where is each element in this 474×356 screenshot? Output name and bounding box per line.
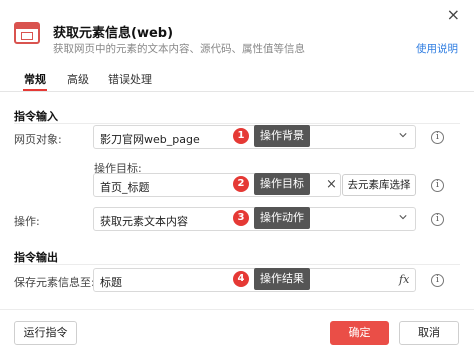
webpage-value: 影刀官网web_page <box>100 133 200 146</box>
help-link[interactable]: 使用说明 <box>416 41 458 56</box>
webpage-label: 网页对象: <box>14 133 62 146</box>
divider <box>14 264 460 265</box>
annotation-badge-1: 1 <box>233 128 249 144</box>
dialog-title: 获取元素信息(web) <box>53 26 174 41</box>
operation-label: 操作: <box>14 215 40 228</box>
annotation-label-2: 操作目标 <box>254 173 310 195</box>
annotation-badge-3: 3 <box>233 210 249 226</box>
dialog: 获取元素信息(web) 获取网页中的元素的文本内容、源代码、属性值等信息 使用说… <box>0 0 474 356</box>
element-library-button[interactable]: 去元素库选择 <box>342 174 416 196</box>
target-value: 首页_标题 <box>100 181 150 194</box>
divider <box>14 123 460 124</box>
save-value: 标题 <box>100 276 122 289</box>
operation-value: 获取元素文本内容 <box>100 215 188 228</box>
chevron-down-icon <box>399 215 407 220</box>
close-icon[interactable]: × <box>447 5 460 24</box>
browser-window-icon <box>14 22 40 44</box>
active-tab-indicator <box>23 89 47 91</box>
tab-advanced[interactable]: 高级 <box>67 71 89 87</box>
cancel-button[interactable]: 取消 <box>399 321 459 345</box>
input-section-title: 指令输入 <box>14 110 58 123</box>
tab-bar: 常规 高级 错误处理 <box>0 66 474 92</box>
info-icon[interactable]: i <box>431 274 444 287</box>
save-label: 保存元素信息至: <box>14 276 95 289</box>
fx-icon[interactable]: fx <box>399 273 409 286</box>
annotation-label-4: 操作结果 <box>254 268 310 290</box>
tab-general[interactable]: 常规 <box>24 71 46 87</box>
clear-icon[interactable]: × <box>326 177 338 192</box>
tab-error-handling[interactable]: 错误处理 <box>108 71 152 87</box>
info-icon[interactable]: i <box>431 179 444 192</box>
annotation-badge-2: 2 <box>233 176 249 192</box>
annotation-label-1: 操作背景 <box>254 125 310 147</box>
footer-divider <box>0 309 474 310</box>
info-icon[interactable]: i <box>431 213 444 226</box>
output-section-title: 指令输出 <box>14 251 58 264</box>
annotation-badge-4: 4 <box>233 271 249 287</box>
confirm-button[interactable]: 确定 <box>330 321 389 345</box>
info-icon[interactable]: i <box>431 131 444 144</box>
run-command-button[interactable]: 运行指令 <box>14 321 77 345</box>
chevron-down-icon <box>399 133 407 138</box>
annotation-label-3: 操作动作 <box>254 207 310 229</box>
dialog-subtitle: 获取网页中的元素的文本内容、源代码、属性值等信息 <box>53 43 305 55</box>
